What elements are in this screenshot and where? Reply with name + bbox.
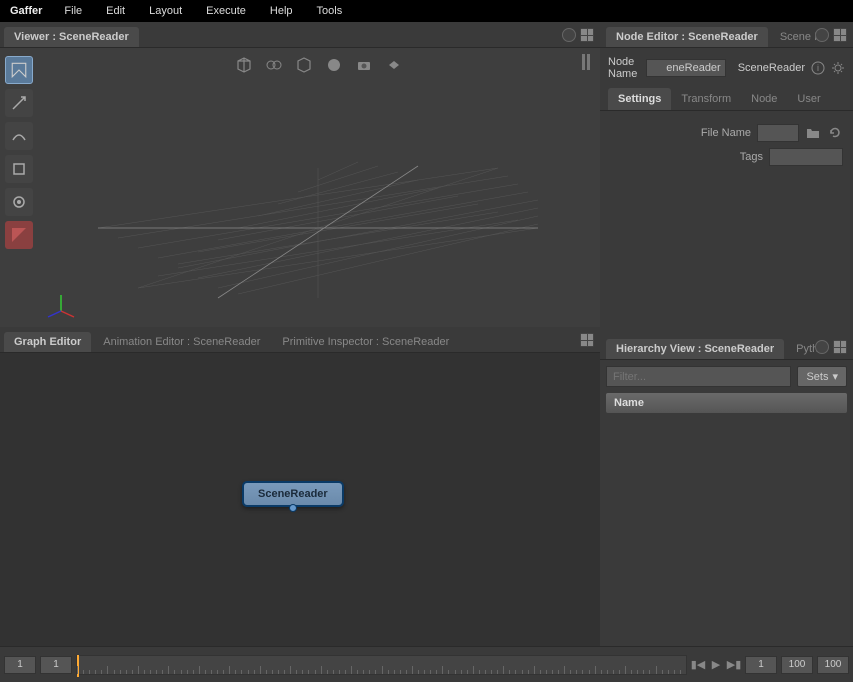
prev-key-icon[interactable]: ▮◀ bbox=[691, 658, 705, 672]
tab-node-editor[interactable]: Node Editor : SceneReader bbox=[606, 27, 768, 47]
menu-layout[interactable]: Layout bbox=[137, 5, 194, 17]
subtab-settings[interactable]: Settings bbox=[608, 88, 671, 110]
axis-gizmo bbox=[46, 289, 76, 319]
hierarchy-tabbar: Hierarchy View : SceneReader Pytho bbox=[600, 334, 853, 360]
select-tool[interactable] bbox=[5, 56, 33, 84]
hierarchy-panel: Sets ▾ Name bbox=[600, 360, 853, 646]
tab-viewer[interactable]: Viewer : SceneReader bbox=[4, 27, 139, 47]
play-icon[interactable]: ▶ bbox=[709, 658, 723, 672]
node-name-field[interactable] bbox=[646, 59, 726, 77]
node-label: SceneReader bbox=[258, 488, 328, 500]
viewer-layout-icon[interactable] bbox=[580, 28, 594, 42]
viewer-panel bbox=[0, 48, 600, 327]
hv-layout-icon[interactable] bbox=[833, 340, 847, 354]
camera-icon[interactable] bbox=[353, 54, 375, 76]
node-out-port[interactable] bbox=[289, 504, 297, 512]
node-editor-tabbar: Node Editor : SceneReader Scene In bbox=[600, 22, 853, 48]
hierarchy-column-name[interactable]: Name bbox=[606, 393, 847, 413]
ne-pin-icon[interactable] bbox=[815, 28, 829, 42]
viewer-tabbar: Viewer : SceneReader bbox=[0, 22, 600, 48]
sets-button[interactable]: Sets ▾ bbox=[797, 366, 847, 387]
tags-field[interactable] bbox=[769, 148, 843, 166]
chevron-down-icon: ▾ bbox=[832, 370, 838, 383]
crop-tool[interactable] bbox=[5, 221, 33, 249]
next-key-icon[interactable]: ▶▮ bbox=[727, 658, 741, 672]
viewer-pin-icon[interactable] bbox=[562, 28, 576, 42]
tab-animation-editor[interactable]: Animation Editor : SceneReader bbox=[93, 332, 270, 352]
tags-label: Tags bbox=[740, 151, 763, 163]
viewer-tool-column bbox=[0, 48, 38, 327]
cube-icon[interactable] bbox=[233, 54, 255, 76]
graph-editor[interactable]: SceneReader bbox=[0, 353, 600, 646]
reload-icon[interactable] bbox=[827, 125, 843, 141]
svg-text:i: i bbox=[817, 63, 819, 73]
hv-pin-icon[interactable] bbox=[815, 340, 829, 354]
timeline-start-frame[interactable] bbox=[40, 656, 72, 674]
menu-execute[interactable]: Execute bbox=[194, 5, 258, 17]
rotate-tool[interactable] bbox=[5, 122, 33, 150]
node-name-label: Node Name bbox=[608, 56, 640, 80]
node-subtabs: Settings Transform Node User bbox=[600, 88, 853, 111]
tab-graph-editor[interactable]: Graph Editor bbox=[4, 332, 91, 352]
menu-edit[interactable]: Edit bbox=[94, 5, 137, 17]
folder-icon[interactable] bbox=[805, 125, 821, 141]
timeline-range-end[interactable] bbox=[817, 656, 849, 674]
tab-hierarchy[interactable]: Hierarchy View : SceneReader bbox=[606, 339, 784, 359]
timeline-track[interactable] bbox=[76, 655, 687, 675]
sphere-icon[interactable] bbox=[323, 54, 345, 76]
timeline: ▮◀ ▶ ▶▮ bbox=[0, 646, 853, 682]
info-icon[interactable]: i bbox=[811, 60, 825, 76]
node-editor-panel: Node Name SceneReader i Settings Transfo… bbox=[600, 48, 853, 334]
menubar: Gaffer File Edit Layout Execute Help Too… bbox=[0, 0, 853, 22]
subtab-node[interactable]: Node bbox=[741, 88, 787, 110]
tab-primitive-inspector[interactable]: Primitive Inspector : SceneReader bbox=[272, 332, 459, 352]
viewport[interactable] bbox=[38, 48, 600, 327]
scale-tool[interactable] bbox=[5, 155, 33, 183]
hierarchy-filter[interactable] bbox=[606, 366, 791, 387]
timeline-current-frame[interactable] bbox=[745, 656, 777, 674]
timeline-range-start[interactable] bbox=[4, 656, 36, 674]
graph-layout-icon[interactable] bbox=[580, 333, 594, 347]
translate-tool[interactable] bbox=[5, 89, 33, 117]
node-type-title: SceneReader bbox=[738, 62, 805, 74]
gear-icon[interactable] bbox=[831, 60, 845, 76]
expand-icon[interactable] bbox=[263, 54, 285, 76]
ne-layout-icon[interactable] bbox=[833, 28, 847, 42]
app-name: Gaffer bbox=[4, 5, 52, 17]
graph-tabbar: Graph Editor Animation Editor : SceneRea… bbox=[0, 327, 600, 353]
file-name-label: File Name bbox=[701, 127, 751, 139]
diamond-icon[interactable] bbox=[383, 54, 405, 76]
node-scenereader[interactable]: SceneReader bbox=[242, 481, 344, 507]
ground-grid bbox=[38, 48, 598, 320]
menu-tools[interactable]: Tools bbox=[305, 5, 355, 17]
viewport-toolbar bbox=[233, 54, 405, 76]
file-name-field[interactable] bbox=[757, 124, 799, 142]
subtab-user[interactable]: User bbox=[787, 88, 830, 110]
menu-file[interactable]: File bbox=[52, 5, 94, 17]
sets-label: Sets bbox=[806, 371, 828, 383]
camera-tool[interactable] bbox=[5, 188, 33, 216]
menu-help[interactable]: Help bbox=[258, 5, 305, 17]
box-icon[interactable] bbox=[293, 54, 315, 76]
subtab-transform[interactable]: Transform bbox=[671, 88, 741, 110]
timeline-end-frame[interactable] bbox=[781, 656, 813, 674]
